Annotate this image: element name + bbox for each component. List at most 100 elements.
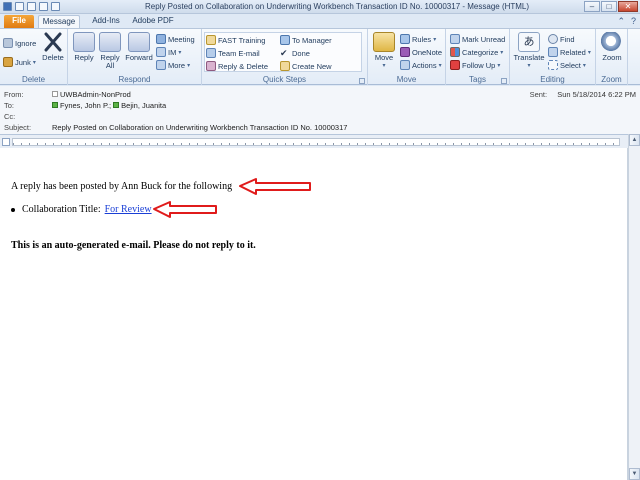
subject-value: Reply Posted on Collaboration on Underwr… (52, 122, 348, 132)
scroll-up-icon[interactable]: ▲ (629, 134, 640, 146)
team-email-icon (206, 48, 216, 58)
scroll-down-icon[interactable]: ▼ (629, 468, 640, 480)
ignore-button[interactable]: Ignore (3, 37, 36, 49)
group-delete: Ignore Junk ▾ Delete Delete (0, 29, 68, 85)
translate-button[interactable]: あ Translate ▾ (513, 32, 545, 70)
annotation-arrow-icon (153, 201, 217, 218)
reply-icon (73, 32, 95, 52)
help-icon[interactable]: ? (631, 16, 636, 27)
minimize-button[interactable]: – (584, 1, 600, 12)
tab-add-ins[interactable]: Add-Ins (86, 15, 126, 28)
presence-icon (52, 102, 58, 108)
onenote-button[interactable]: OneNote (400, 46, 442, 58)
more-button[interactable]: More ▾ (156, 59, 190, 71)
quick-step-create-new[interactable]: Create New (280, 60, 332, 72)
categorize-icon (450, 47, 460, 57)
to-manager-icon (280, 35, 290, 45)
presence-icon (113, 102, 120, 108)
envelope-icon (450, 34, 460, 44)
quick-step-done[interactable]: ✔ Done (280, 47, 310, 59)
vertical-scrollbar[interactable]: ▲ ▼ (628, 134, 640, 480)
rules-button[interactable]: Rules ▾ (400, 33, 436, 45)
translate-icon: あ (518, 32, 540, 52)
create-new-icon (280, 61, 290, 71)
ruler[interactable] (12, 138, 620, 146)
move-button[interactable]: Move ▾ (371, 32, 397, 70)
meeting-button[interactable]: Meeting (156, 33, 195, 45)
to-recipient[interactable]: Fynes, John P.; (60, 101, 111, 110)
chevron-down-icon: ▾ (32, 59, 36, 66)
quick-step-team-email[interactable]: Team E-mail (206, 47, 260, 59)
redo-icon[interactable] (27, 2, 36, 11)
actions-icon (400, 60, 410, 70)
zoom-button[interactable]: Zoom (599, 32, 625, 62)
select-icon (548, 60, 558, 70)
sent-value: Sun 5/18/2014 6:22 PM (557, 90, 636, 99)
junk-icon (3, 57, 13, 67)
auto-generated-notice: This is an auto-generated e-mail. Please… (11, 240, 256, 251)
delete-button[interactable]: Delete (40, 32, 66, 62)
save-icon[interactable] (3, 2, 12, 11)
tags-launcher-icon[interactable] (501, 78, 507, 84)
reply-all-icon (99, 32, 121, 52)
magnifier-icon (601, 32, 623, 52)
categorize-button[interactable]: Categorize ▾ (450, 46, 503, 58)
mark-unread-button[interactable]: Mark Unread (450, 33, 505, 45)
down-arrow-icon[interactable] (51, 2, 60, 11)
close-button[interactable]: ✕ (618, 1, 638, 12)
tab-adobe-pdf[interactable]: Adobe PDF (128, 15, 178, 28)
tab-file[interactable]: File (4, 15, 34, 28)
group-editing: あ Translate ▾ Find Related ▾ Select ▾ Ed… (510, 29, 596, 85)
quick-step-to-manager[interactable]: To Manager (280, 34, 332, 46)
junk-button[interactable]: Junk ▾ (3, 56, 36, 68)
meeting-icon (156, 34, 166, 44)
reply-button[interactable]: Reply (72, 32, 96, 62)
quick-step-fast-training[interactable]: FAST Training (206, 34, 265, 46)
tab-selector-icon[interactable] (2, 138, 10, 146)
chevron-down-icon: ▾ (527, 63, 531, 69)
quick-access-toolbar (3, 2, 60, 11)
maximize-button[interactable]: □ (601, 1, 617, 12)
find-button[interactable]: Find (548, 33, 575, 45)
chevron-down-icon: ▾ (438, 62, 442, 69)
group-quick-steps: FAST Training Team E-mail Reply & Delete… (202, 29, 368, 85)
chevron-down-icon: ▾ (500, 49, 504, 56)
forward-button[interactable]: Forward (124, 32, 154, 62)
ribbon: Ignore Junk ▾ Delete Delete Reply Reply … (0, 28, 640, 85)
chevron-down-icon: ▾ (587, 49, 591, 56)
collaboration-title-label: Collaboration Title: (22, 204, 101, 215)
related-button[interactable]: Related ▾ (548, 46, 591, 58)
minimize-ribbon-icon[interactable]: ⌃ (617, 16, 625, 27)
presence-icon (52, 91, 58, 97)
quick-step-reply-delete[interactable]: Reply & Delete (206, 60, 268, 72)
message-header: From: UWBAdmin-NonProd To: Fynes, John P… (0, 86, 640, 134)
chevron-down-icon: ▾ (382, 63, 386, 69)
title-bar: Reply Posted on Collaboration on Underwr… (0, 0, 640, 14)
actions-button[interactable]: Actions ▾ (400, 59, 442, 71)
im-button[interactable]: IM ▾ (156, 46, 181, 58)
chevron-down-icon: ▾ (187, 62, 191, 69)
im-icon (156, 47, 166, 57)
window-controls: – □ ✕ (584, 1, 638, 12)
quick-steps-launcher-icon[interactable] (359, 78, 365, 84)
related-icon (548, 47, 558, 57)
up-arrow-icon[interactable] (39, 2, 48, 11)
ignore-icon (3, 38, 13, 48)
reply-all-button[interactable]: Reply All (98, 32, 122, 70)
for-review-link[interactable]: For Review (105, 204, 152, 215)
select-button[interactable]: Select ▾ (548, 59, 586, 71)
from-value[interactable]: UWBAdmin-NonProd (60, 90, 131, 99)
follow-up-button[interactable]: Follow Up ▾ (450, 59, 500, 71)
move-folder-icon (373, 32, 395, 52)
to-recipient[interactable]: Bejin, Juanita (121, 101, 166, 110)
flag-icon (450, 60, 460, 70)
binoculars-icon (548, 34, 558, 44)
tab-message[interactable]: Message (38, 15, 80, 28)
group-tags: Mark Unread Categorize ▾ Follow Up ▾ Tag… (446, 29, 510, 85)
sent-info: Sent: Sun 5/18/2014 6:22 PM (529, 90, 636, 99)
ruler-area (0, 134, 640, 148)
undo-icon[interactable] (15, 2, 24, 11)
reply-delete-icon (206, 61, 216, 71)
intro-text: A reply has been posted by Ann Buck for … (11, 181, 233, 192)
group-move: Move ▾ Rules ▾ OneNote Actions ▾ Move (368, 29, 446, 85)
